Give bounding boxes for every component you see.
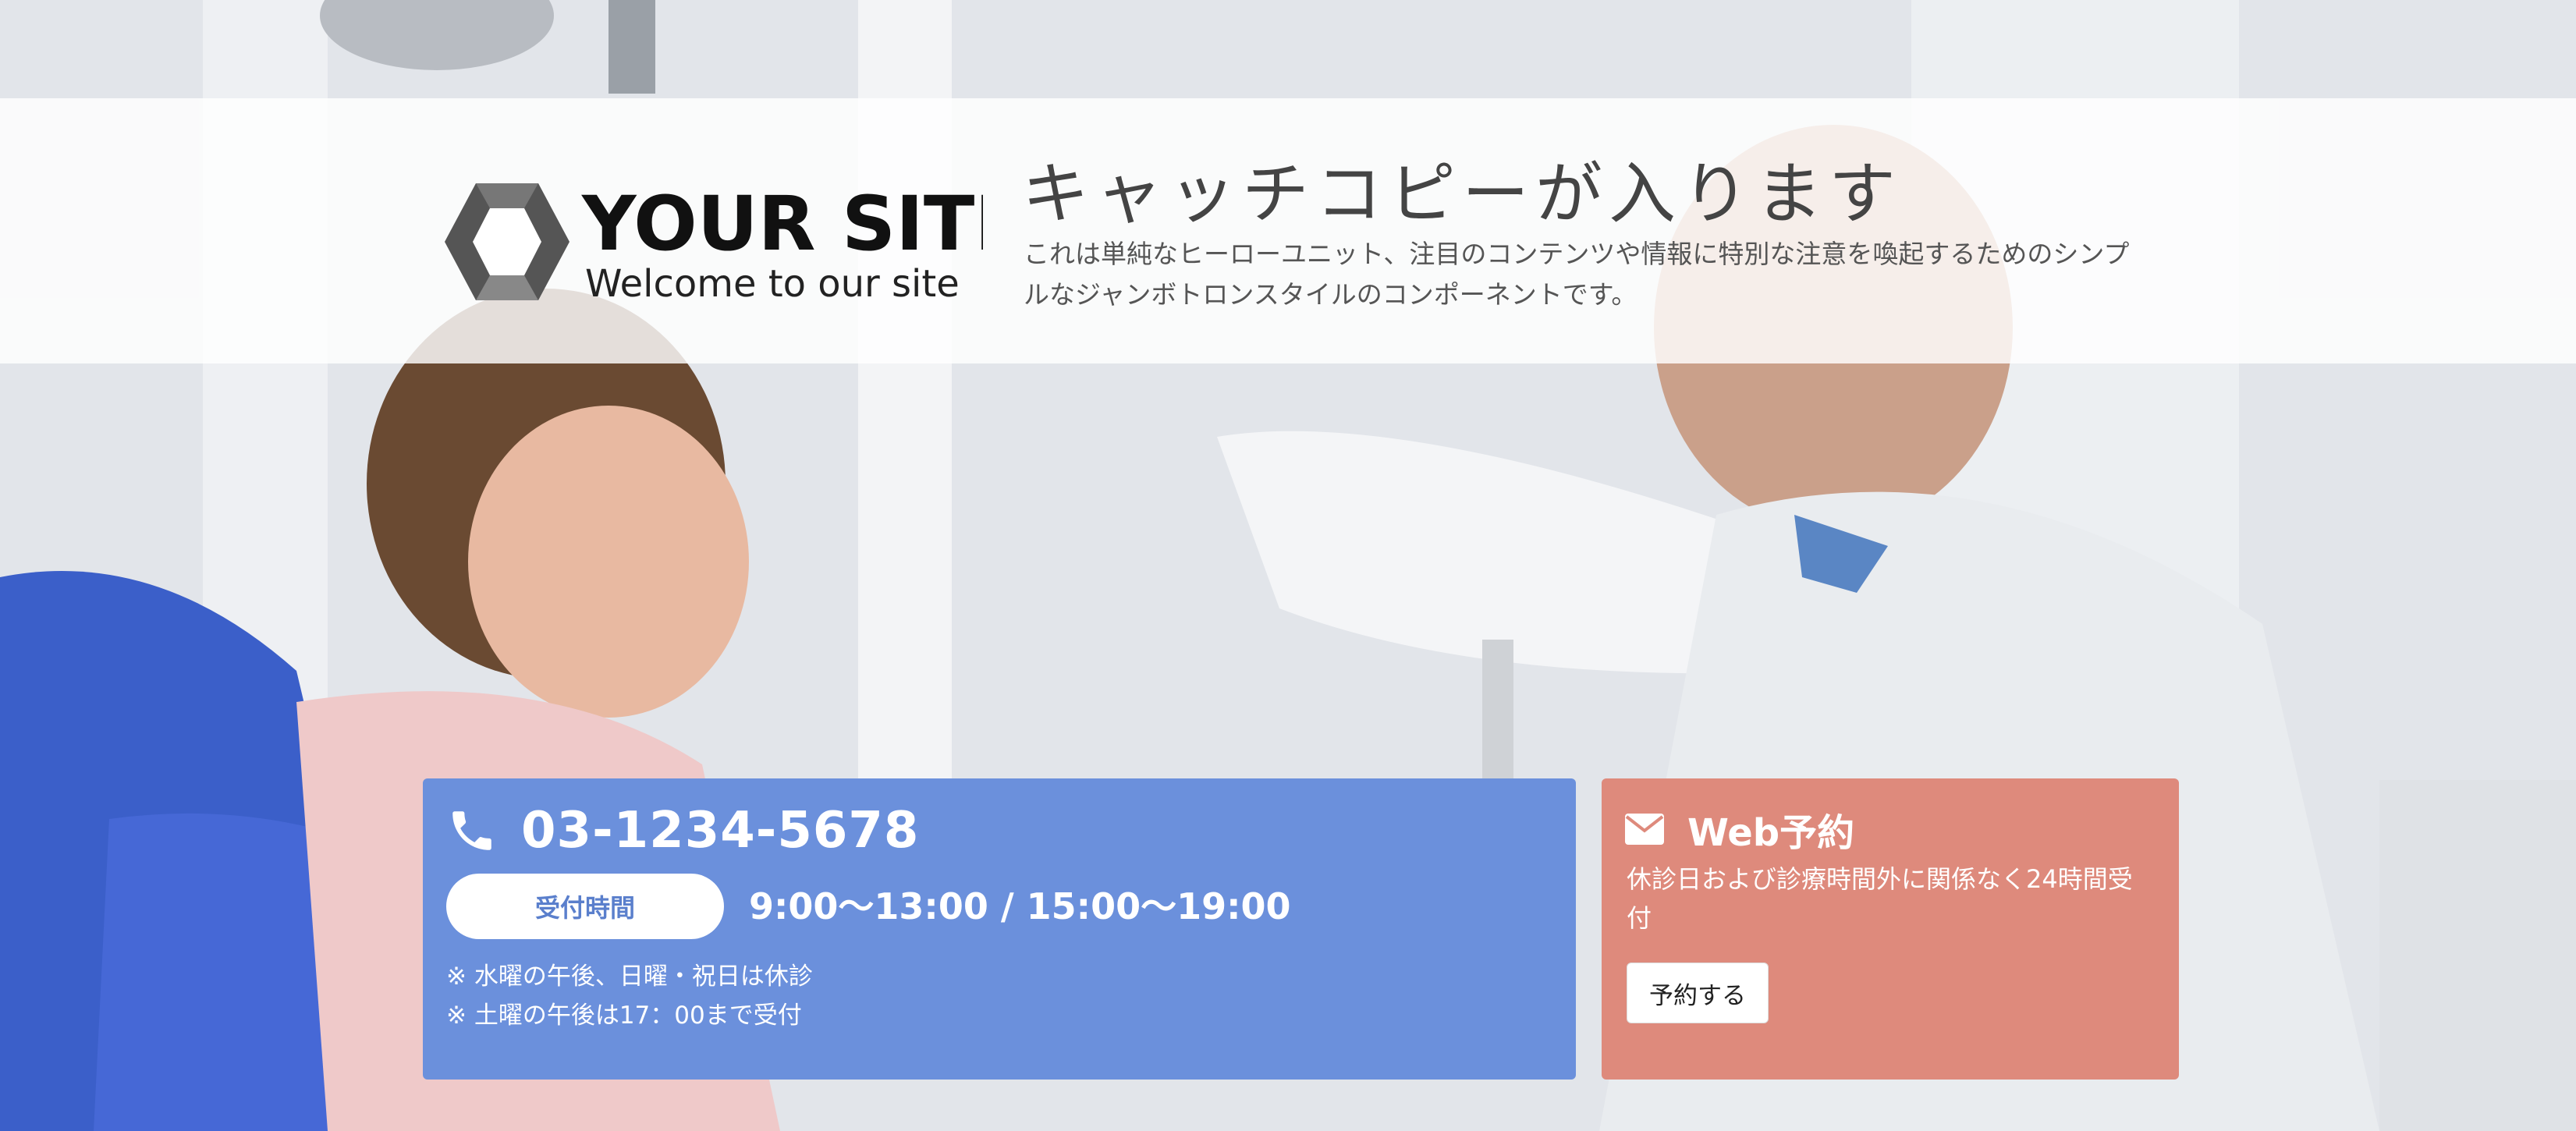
phone-icon [452, 811, 491, 850]
phone-row: 03-1234-5678 [446, 802, 919, 860]
catch-copy-title: キャッチコピーが入ります [1022, 155, 1902, 233]
reception-hours: 9:00〜13:00 / 15:00〜19:00 [749, 885, 1291, 927]
reception-hours-button[interactable]: 受付時間 [446, 874, 724, 939]
reserve-button[interactable]: 予約する [1627, 963, 1769, 1023]
saturday-note: ※ 土曜の午後は17：00まで受付 [446, 1002, 802, 1030]
closed-note: ※ 水曜の午後、日曜・祝日は休診 [446, 963, 813, 991]
web-reservation-title: Web予約 [1687, 811, 1855, 855]
contact-card: 03-1234-5678 受付時間 9:00〜13:00 / 15:00〜19:… [423, 778, 1576, 1080]
site-logo[interactable]: YOUR SITE Welcome to our site [445, 176, 983, 308]
hero-description: これは単純なヒーローユニット、注目のコンテンツや情報に特別な注意を喚起するための… [1024, 239, 2130, 310]
web-title-row: Web予約 [1625, 802, 1854, 856]
logo-tagline: Welcome to our site [585, 262, 960, 306]
web-reservation-card: Web予約 休診日および診療時間外に関係なく24時間受付 予約する [1602, 778, 2179, 1080]
web-reservation-description: 休診日および診療時間外に関係なく24時間受付 [1627, 864, 2133, 933]
envelope-icon [1625, 814, 1664, 845]
logo-title: YOUR SITE [581, 180, 983, 268]
phone-number[interactable]: 03-1234-5678 [521, 802, 919, 860]
